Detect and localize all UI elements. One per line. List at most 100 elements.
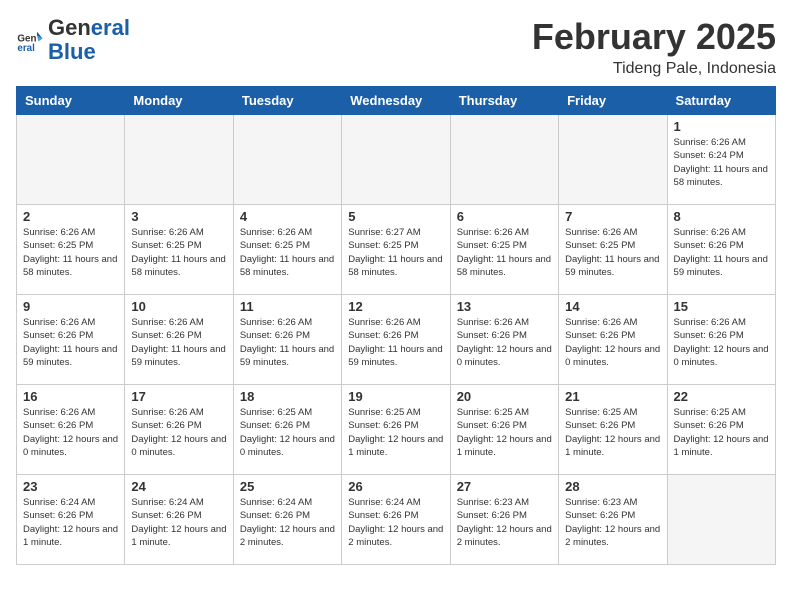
month-title: February 2025 bbox=[532, 16, 776, 58]
page-header: Gen eral GeneralBlue February 2025 Tiden… bbox=[16, 16, 776, 78]
calendar-cell: 17 Sunrise: 6:26 AM Sunset: 6:26 PM Dayli… bbox=[125, 385, 233, 475]
day-number: 12 bbox=[348, 299, 443, 314]
day-number: 17 bbox=[131, 389, 226, 404]
day-number: 24 bbox=[131, 479, 226, 494]
calendar-cell: 24 Sunrise: 6:24 AM Sunset: 6:26 PM Dayli… bbox=[125, 475, 233, 565]
day-info: Sunrise: 6:26 AM Sunset: 6:25 PM Dayligh… bbox=[565, 226, 660, 279]
calendar-cell: 26 Sunrise: 6:24 AM Sunset: 6:26 PM Dayli… bbox=[342, 475, 450, 565]
weekday-header-monday: Monday bbox=[125, 87, 233, 115]
day-info: Sunrise: 6:26 AM Sunset: 6:26 PM Dayligh… bbox=[131, 406, 226, 459]
calendar-cell: 23 Sunrise: 6:24 AM Sunset: 6:26 PM Dayli… bbox=[17, 475, 125, 565]
calendar-cell: 25 Sunrise: 6:24 AM Sunset: 6:26 PM Dayli… bbox=[233, 475, 341, 565]
calendar-week-1: 1 Sunrise: 6:26 AM Sunset: 6:24 PM Daylig… bbox=[17, 115, 776, 205]
day-number: 7 bbox=[565, 209, 660, 224]
calendar-cell: 11Sunrise: 6:26 AM Sunset: 6:26 PM Dayli… bbox=[233, 295, 341, 385]
weekday-header-wednesday: Wednesday bbox=[342, 87, 450, 115]
weekday-header-friday: Friday bbox=[559, 87, 667, 115]
calendar-cell: 8 Sunrise: 6:26 AM Sunset: 6:26 PM Daylig… bbox=[667, 205, 775, 295]
calendar-cell: 22 Sunrise: 6:25 AM Sunset: 6:26 PM Dayli… bbox=[667, 385, 775, 475]
day-info: Sunrise: 6:26 AM Sunset: 6:26 PM Dayligh… bbox=[674, 226, 769, 279]
weekday-header-saturday: Saturday bbox=[667, 87, 775, 115]
day-number: 3 bbox=[131, 209, 226, 224]
calendar-cell bbox=[559, 115, 667, 205]
calendar-cell: 9 Sunrise: 6:26 AM Sunset: 6:26 PM Daylig… bbox=[17, 295, 125, 385]
day-number: 8 bbox=[674, 209, 769, 224]
day-number: 22 bbox=[674, 389, 769, 404]
day-number: 9 bbox=[23, 299, 118, 314]
day-number: 23 bbox=[23, 479, 118, 494]
day-number: 11 bbox=[240, 299, 335, 314]
calendar-cell: 12 Sunrise: 6:26 AM Sunset: 6:26 PM Dayli… bbox=[342, 295, 450, 385]
calendar-body: 1 Sunrise: 6:26 AM Sunset: 6:24 PM Daylig… bbox=[17, 115, 776, 565]
calendar-cell bbox=[450, 115, 558, 205]
day-number: 16 bbox=[23, 389, 118, 404]
day-info: Sunrise: 6:23 AM Sunset: 6:26 PM Dayligh… bbox=[457, 496, 552, 549]
weekday-header-sunday: Sunday bbox=[17, 87, 125, 115]
day-info: Sunrise: 6:26 AM Sunset: 6:26 PM Dayligh… bbox=[23, 406, 118, 459]
title-block: February 2025 Tideng Pale, Indonesia bbox=[532, 16, 776, 78]
calendar-cell: 16 Sunrise: 6:26 AM Sunset: 6:26 PM Dayli… bbox=[17, 385, 125, 475]
day-info: Sunrise: 6:26 AM Sunset: 6:26 PM Dayligh… bbox=[348, 316, 443, 369]
day-number: 19 bbox=[348, 389, 443, 404]
calendar-table: SundayMondayTuesdayWednesdayThursdayFrid… bbox=[16, 86, 776, 565]
day-number: 20 bbox=[457, 389, 552, 404]
location-subtitle: Tideng Pale, Indonesia bbox=[532, 60, 776, 78]
logo-text: GeneralBlue bbox=[48, 16, 130, 64]
calendar-cell: 19 Sunrise: 6:25 AM Sunset: 6:26 PM Dayli… bbox=[342, 385, 450, 475]
day-number: 21 bbox=[565, 389, 660, 404]
day-info: Sunrise: 6:26 AM Sunset: 6:24 PM Dayligh… bbox=[674, 136, 769, 189]
logo-icon: Gen eral bbox=[16, 26, 44, 54]
day-info: Sunrise: 6:26 AM Sunset: 6:25 PM Dayligh… bbox=[131, 226, 226, 279]
calendar-cell bbox=[125, 115, 233, 205]
calendar-cell: 14Sunrise: 6:26 AM Sunset: 6:26 PM Dayli… bbox=[559, 295, 667, 385]
day-number: 13 bbox=[457, 299, 552, 314]
day-info: Sunrise: 6:26 AM Sunset: 6:25 PM Dayligh… bbox=[457, 226, 552, 279]
day-number: 28 bbox=[565, 479, 660, 494]
day-info: Sunrise: 6:23 AM Sunset: 6:26 PM Dayligh… bbox=[565, 496, 660, 549]
day-info: Sunrise: 6:25 AM Sunset: 6:26 PM Dayligh… bbox=[674, 406, 769, 459]
calendar-cell: 4Sunrise: 6:26 AM Sunset: 6:25 PM Daylig… bbox=[233, 205, 341, 295]
calendar-week-5: 23 Sunrise: 6:24 AM Sunset: 6:26 PM Dayli… bbox=[17, 475, 776, 565]
day-info: Sunrise: 6:25 AM Sunset: 6:26 PM Dayligh… bbox=[348, 406, 443, 459]
day-info: Sunrise: 6:25 AM Sunset: 6:26 PM Dayligh… bbox=[457, 406, 552, 459]
day-number: 26 bbox=[348, 479, 443, 494]
logo: Gen eral GeneralBlue bbox=[16, 16, 130, 64]
day-info: Sunrise: 6:24 AM Sunset: 6:26 PM Dayligh… bbox=[348, 496, 443, 549]
day-number: 6 bbox=[457, 209, 552, 224]
calendar-cell bbox=[667, 475, 775, 565]
calendar-week-2: 2Sunrise: 6:26 AM Sunset: 6:25 PM Daylig… bbox=[17, 205, 776, 295]
calendar-cell: 5Sunrise: 6:27 AM Sunset: 6:25 PM Daylig… bbox=[342, 205, 450, 295]
day-info: Sunrise: 6:24 AM Sunset: 6:26 PM Dayligh… bbox=[23, 496, 118, 549]
day-number: 5 bbox=[348, 209, 443, 224]
calendar-cell: 27 Sunrise: 6:23 AM Sunset: 6:26 PM Dayli… bbox=[450, 475, 558, 565]
weekday-header-thursday: Thursday bbox=[450, 87, 558, 115]
calendar-cell bbox=[17, 115, 125, 205]
day-info: Sunrise: 6:24 AM Sunset: 6:26 PM Dayligh… bbox=[131, 496, 226, 549]
day-info: Sunrise: 6:26 AM Sunset: 6:26 PM Dayligh… bbox=[674, 316, 769, 369]
calendar-cell: 6 Sunrise: 6:26 AM Sunset: 6:25 PM Daylig… bbox=[450, 205, 558, 295]
svg-text:eral: eral bbox=[17, 43, 35, 54]
calendar-cell: 2Sunrise: 6:26 AM Sunset: 6:25 PM Daylig… bbox=[17, 205, 125, 295]
calendar-cell bbox=[233, 115, 341, 205]
calendar-cell: 15 Sunrise: 6:26 AM Sunset: 6:26 PM Dayli… bbox=[667, 295, 775, 385]
weekday-header-row: SundayMondayTuesdayWednesdayThursdayFrid… bbox=[17, 87, 776, 115]
day-info: Sunrise: 6:26 AM Sunset: 6:26 PM Dayligh… bbox=[131, 316, 226, 369]
day-number: 10 bbox=[131, 299, 226, 314]
calendar-cell: 28 Sunrise: 6:23 AM Sunset: 6:26 PM Dayli… bbox=[559, 475, 667, 565]
calendar-cell: 7 Sunrise: 6:26 AM Sunset: 6:25 PM Daylig… bbox=[559, 205, 667, 295]
day-number: 27 bbox=[457, 479, 552, 494]
calendar-cell bbox=[342, 115, 450, 205]
calendar-week-4: 16 Sunrise: 6:26 AM Sunset: 6:26 PM Dayli… bbox=[17, 385, 776, 475]
day-number: 15 bbox=[674, 299, 769, 314]
day-info: Sunrise: 6:26 AM Sunset: 6:25 PM Dayligh… bbox=[240, 226, 335, 279]
day-info: Sunrise: 6:26 AM Sunset: 6:26 PM Dayligh… bbox=[565, 316, 660, 369]
calendar-cell: 10 Sunrise: 6:26 AM Sunset: 6:26 PM Dayli… bbox=[125, 295, 233, 385]
day-number: 1 bbox=[674, 119, 769, 134]
day-info: Sunrise: 6:25 AM Sunset: 6:26 PM Dayligh… bbox=[240, 406, 335, 459]
calendar-cell: 1 Sunrise: 6:26 AM Sunset: 6:24 PM Daylig… bbox=[667, 115, 775, 205]
day-info: Sunrise: 6:26 AM Sunset: 6:26 PM Dayligh… bbox=[23, 316, 118, 369]
calendar-cell: 13Sunrise: 6:26 AM Sunset: 6:26 PM Dayli… bbox=[450, 295, 558, 385]
day-info: Sunrise: 6:24 AM Sunset: 6:26 PM Dayligh… bbox=[240, 496, 335, 549]
day-number: 25 bbox=[240, 479, 335, 494]
day-info: Sunrise: 6:25 AM Sunset: 6:26 PM Dayligh… bbox=[565, 406, 660, 459]
